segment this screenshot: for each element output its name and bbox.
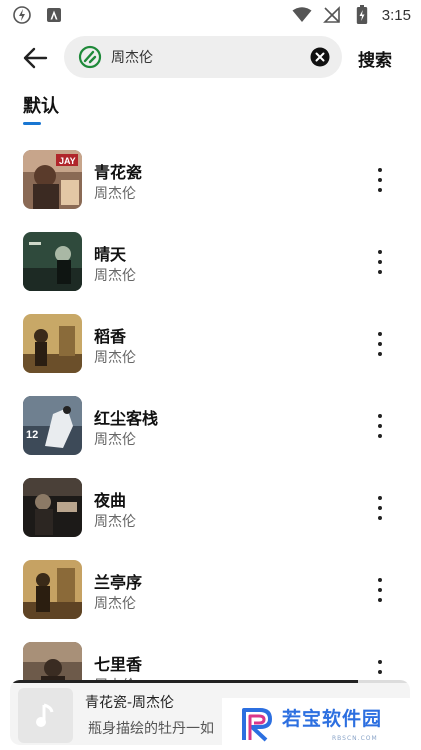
- close-circle-icon: [310, 47, 330, 67]
- song-artist: 周杰伦: [94, 268, 136, 284]
- more-options-button[interactable]: [371, 250, 389, 274]
- song-row[interactable]: JAY 青花瓷 周杰伦: [0, 140, 421, 222]
- clear-search-button[interactable]: [310, 47, 330, 67]
- song-title: 稻香: [94, 327, 127, 346]
- now-playing-lyric: 瓶身描绘的牡丹一如: [88, 721, 214, 737]
- album-cover: [23, 560, 82, 619]
- back-button[interactable]: [20, 44, 50, 72]
- song-artist: 周杰伦: [94, 432, 136, 448]
- app-notification-icon: [44, 5, 64, 25]
- album-cover: [23, 478, 82, 537]
- music-app-logo-icon: [78, 45, 102, 69]
- song-artist: 周杰伦: [94, 350, 136, 366]
- song-artist: 周杰伦: [94, 514, 136, 530]
- song-row[interactable]: 兰亭序 周杰伦: [0, 550, 421, 632]
- song-title: 青花瓷: [94, 163, 143, 182]
- search-query-text: 周杰伦: [111, 50, 153, 66]
- song-row[interactable]: 夜曲 周杰伦: [0, 468, 421, 550]
- search-button[interactable]: 搜索: [358, 46, 392, 71]
- status-time: 3:15: [381, 6, 411, 24]
- song-row[interactable]: 12 红尘客栈 周杰伦: [0, 386, 421, 468]
- album-cover: 12: [23, 396, 82, 455]
- arrow-left-icon: [23, 47, 48, 69]
- watermark-subtext: RBSCN.COM: [332, 735, 378, 742]
- tab-active-indicator: [23, 122, 41, 125]
- battery-icon: [352, 5, 372, 25]
- album-cover: JAY: [23, 150, 82, 209]
- song-artist: 周杰伦: [94, 596, 136, 612]
- status-bar: 3:15: [0, 0, 421, 30]
- playback-progress-bar[interactable]: [10, 680, 410, 683]
- song-title: 七里香: [94, 655, 143, 674]
- song-title: 晴天: [94, 245, 127, 264]
- watermark-text: 若宝软件园: [282, 708, 383, 730]
- playback-progress-fill: [10, 680, 358, 683]
- song-title: 兰亭序: [94, 573, 143, 592]
- watermark: 若宝软件园 RBSCN.COM: [222, 698, 414, 750]
- more-options-button[interactable]: [371, 168, 389, 192]
- watermark-logo-icon: [240, 704, 280, 744]
- more-options-button[interactable]: [371, 332, 389, 356]
- more-options-button[interactable]: [371, 578, 389, 602]
- song-title: 夜曲: [94, 491, 127, 510]
- no-signal-icon: [322, 5, 342, 25]
- search-header: 周杰伦 搜索: [0, 34, 421, 82]
- tab-default[interactable]: 默认: [23, 92, 59, 125]
- song-title: 红尘客栈: [94, 409, 159, 428]
- tab-default-label: 默认: [23, 96, 59, 117]
- svg-text:12: 12: [26, 429, 38, 441]
- music-note-icon: [35, 703, 53, 727]
- more-options-button[interactable]: [371, 414, 389, 438]
- wifi-icon: [292, 5, 312, 25]
- more-options-button[interactable]: [371, 496, 389, 520]
- song-row[interactable]: 稻香 周杰伦: [0, 304, 421, 386]
- album-cover: [23, 314, 82, 373]
- svg-text:JAY: JAY: [59, 156, 76, 166]
- song-artist: 周杰伦: [94, 186, 136, 202]
- flash-icon: [12, 5, 32, 25]
- mini-player-cover: [18, 688, 73, 743]
- search-input[interactable]: 周杰伦: [64, 36, 342, 78]
- song-row[interactable]: 晴天 周杰伦: [0, 222, 421, 304]
- album-cover: [23, 232, 82, 291]
- now-playing-title: 青花瓷-周杰伦: [85, 695, 175, 711]
